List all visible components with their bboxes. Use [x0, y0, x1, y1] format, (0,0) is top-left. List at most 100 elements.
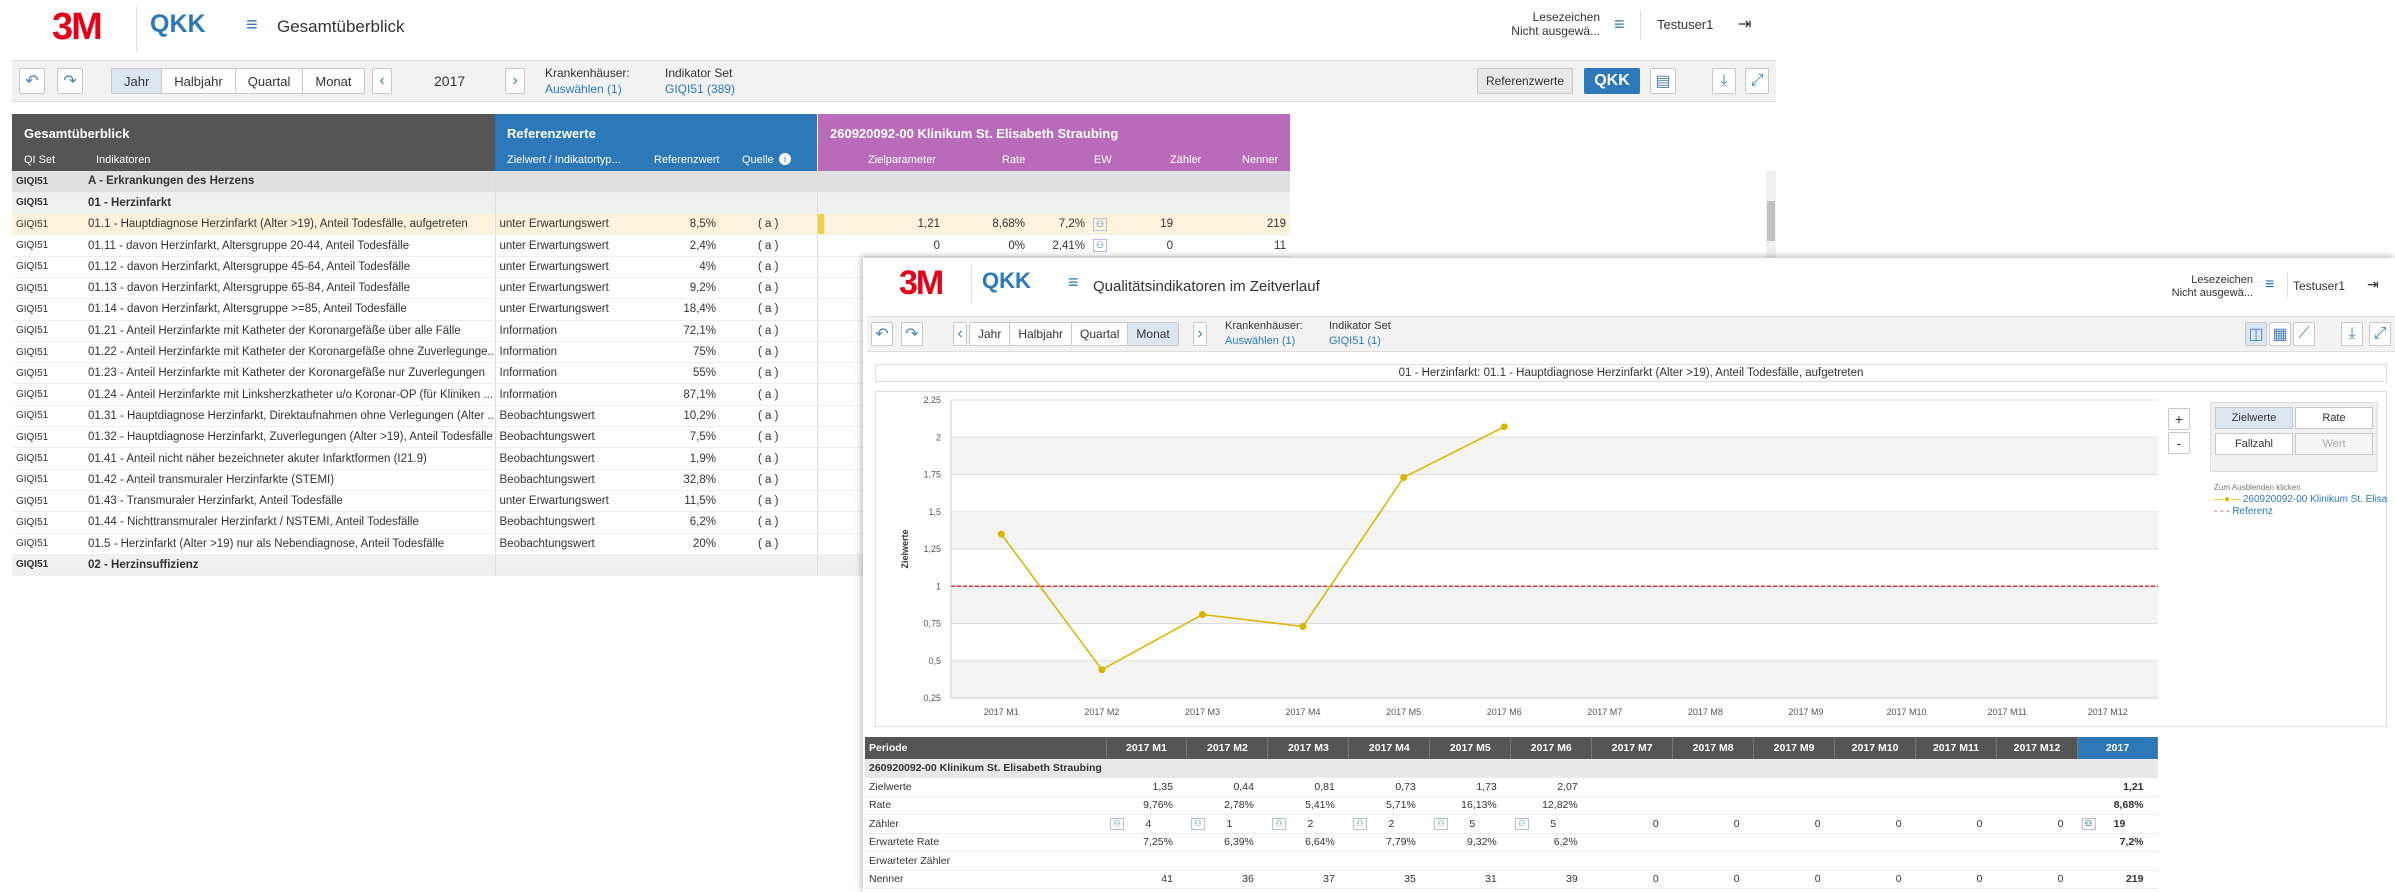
period-monat[interactable]: Monat [303, 69, 363, 93]
col-period[interactable]: 2017 M11 [1915, 737, 1997, 760]
col-period[interactable]: 2017 [2077, 737, 2158, 760]
legend-item-klinik[interactable]: —●— 260920092-00 Klinikum St. Elisabeth … [2214, 494, 2388, 506]
zoom-out-button[interactable]: - [2168, 432, 2190, 454]
col-period[interactable]: 2017 M3 [1267, 737, 1350, 760]
fullscreen-icon[interactable]: ⤢ [1745, 68, 1769, 94]
col-period[interactable]: 2017 M7 [1591, 737, 1674, 760]
table-row[interactable]: Nenner 41 36 37 35 31 39 0 0 0 0 0 0 219 [865, 870, 2158, 889]
table-cell: 0 [1834, 814, 1916, 834]
period-monat-2[interactable]: Monat [1128, 323, 1178, 345]
col-period[interactable]: 2017 M10 [1834, 737, 1917, 760]
period-jahr[interactable]: Jahr [112, 69, 163, 93]
qkk-view-icon[interactable]: QKK [1584, 68, 1640, 94]
period-halbjahr[interactable]: Halbjahr [162, 69, 236, 93]
period-halbjahr-2[interactable]: Halbjahr [1010, 323, 1073, 345]
bookmarks-menu-icon[interactable]: ≡ [1614, 14, 1625, 35]
menu-icon[interactable]: ≡ [246, 14, 258, 37]
undo-icon-2[interactable]: ↶ [871, 322, 893, 346]
col-periode[interactable]: Periode [865, 737, 1107, 760]
next-period-button[interactable]: › [505, 68, 525, 94]
col-ew[interactable]: EW [1094, 154, 1112, 166]
persons-icon[interactable]: ⚇ [1352, 817, 1367, 830]
col-period[interactable]: 2017 M12 [1996, 737, 2079, 760]
calculator-icon[interactable]: ▤ [1650, 68, 1676, 94]
zoom-in-button[interactable]: + [2168, 408, 2190, 430]
logout-icon-2[interactable]: ⇥ [2367, 276, 2379, 293]
col-period[interactable]: 2017 M4 [1348, 737, 1431, 760]
period-jahr-2[interactable]: Jahr [970, 323, 1011, 345]
col-qiset[interactable]: QI Set [24, 154, 55, 166]
user-name-2[interactable]: Testuser1 [2293, 279, 2345, 293]
redo-icon-2[interactable]: ↷ [901, 322, 923, 346]
table-row[interactable]: GIQI51 A - Erkrankungen des Herzens [12, 171, 1290, 193]
toolbar-2: ↶ ↷ ‹ Jahr Halbjahr Quartal Monat › Kran… [867, 316, 2395, 352]
table-cell [1915, 851, 1997, 871]
bookmarks-menu-icon-2[interactable]: ≡ [2265, 276, 2274, 294]
col-indikatoren[interactable]: Indikatoren [96, 154, 150, 166]
table-cell: ⚇ 19 [2077, 814, 2158, 834]
bookmarks-label[interactable]: Lesezeichen Nicht ausgewä... [1480, 10, 1600, 38]
grid-scrollbar[interactable] [1766, 171, 1776, 261]
prev-period-button-2[interactable]: ‹ [953, 322, 967, 346]
col-period[interactable]: 2017 M9 [1753, 737, 1836, 760]
persons-icon[interactable]: ⚇ [1514, 817, 1529, 830]
hospitals-select-link-2[interactable]: Auswählen (1) [1225, 334, 1303, 349]
col-period[interactable]: 2017 M8 [1672, 737, 1755, 760]
toggle-fallzahl[interactable]: Fallzahl [2215, 433, 2293, 455]
persons-icon[interactable]: ⚇ [1271, 817, 1286, 830]
redo-icon[interactable]: ↷ [57, 68, 83, 94]
table-view-icon[interactable]: ▦ [2269, 322, 2291, 346]
table-row[interactable]: Erwartete Rate 7,25% 6,39% 6,64% 7,79% 9,32% 6… [865, 833, 2158, 852]
chart-view-icon[interactable]: ◫ [2245, 322, 2267, 346]
indicator-set-link-2[interactable]: GIQI51 (1) [1329, 334, 1391, 349]
toggle-wert[interactable]: Wert [2295, 433, 2373, 455]
toggle-rate[interactable]: Rate [2295, 407, 2373, 429]
fullscreen-icon-2[interactable]: ⤢ [2369, 322, 2391, 346]
line-view-icon[interactable]: ⟋ [2293, 322, 2315, 346]
table-row[interactable]: Zielwerte 1,35 0,44 0,81 0,73 1,73 2,07 1,21 [865, 777, 2158, 797]
export-icon[interactable]: ⤓ [1712, 68, 1736, 94]
col-period[interactable]: 2017 M5 [1429, 737, 1512, 760]
table-row[interactable]: GIQI51 01.1 - Hauptdiagnose Herzinfarkt (… [12, 213, 1290, 236]
next-period-button-2[interactable]: › [1193, 322, 1207, 346]
logout-icon[interactable]: ⇥ [1738, 14, 1751, 34]
info-icon[interactable]: i [779, 153, 791, 165]
col-nenner[interactable]: Nenner [1242, 154, 1278, 166]
col-zielwert[interactable]: Zielwert / Indikatortyp... [507, 154, 621, 166]
col-period[interactable]: 2017 M6 [1510, 737, 1593, 760]
persons-icon[interactable]: ⚇ [2081, 817, 2096, 830]
col-quelle[interactable]: Quelle [742, 154, 774, 166]
hospitals-select-link[interactable]: Auswählen (1) [545, 81, 630, 97]
col-rate[interactable]: Rate [1002, 154, 1025, 166]
bookmarks-label-2[interactable]: Lesezeichen Nicht ausgewä... [2143, 274, 2253, 300]
persons-icon[interactable]: ⚇ [1190, 817, 1205, 830]
undo-icon[interactable]: ↶ [19, 68, 45, 94]
toggle-zielwerte[interactable]: Zielwerte [2215, 407, 2293, 429]
period-quartal[interactable]: Quartal [236, 69, 304, 93]
x-tick-label: 2017 M1 [984, 707, 1019, 717]
reference-values-button[interactable]: Referenzwerte [1477, 68, 1573, 94]
persons-icon[interactable]: ⚇ [1093, 217, 1107, 231]
table-row[interactable]: Rate 9,76% 2,78% 5,41% 5,71% 16,13% 12,82% 8,68… [865, 796, 2158, 815]
persons-icon[interactable]: ⚇ [1093, 239, 1107, 253]
table-row[interactable]: GIQI51 01 - Herzinfarkt [12, 192, 1290, 215]
table-row[interactable]: GIQI51 01.11 - davon Herzinfarkt, Altersg… [12, 234, 1290, 257]
user-name[interactable]: Testuser1 [1657, 17, 1713, 32]
col-period[interactable]: 2017 M1 [1106, 737, 1188, 760]
prev-period-button[interactable]: ‹ [372, 68, 392, 94]
persons-icon[interactable]: ⚇ [1433, 817, 1448, 830]
col-zaehler[interactable]: Zähler [1170, 154, 1201, 166]
menu-icon-2[interactable]: ≡ [1068, 272, 1079, 293]
col-referenzwert[interactable]: Referenzwert [654, 154, 719, 166]
table-cell [1510, 851, 1592, 871]
period-quartal-2[interactable]: Quartal [1072, 323, 1129, 345]
table-row[interactable]: Erwarteter Zähler [865, 851, 2158, 871]
export-icon-2[interactable]: ⤓ [2341, 322, 2363, 346]
indicator-set-link[interactable]: GIQI51 (389) [665, 81, 735, 97]
col-zielparameter[interactable]: Zielparameter [868, 154, 936, 166]
col-period[interactable]: 2017 M2 [1186, 737, 1269, 760]
cell-referenzwert: 11,5% [642, 490, 720, 513]
legend-item-referenz[interactable]: - - - Referenz [2214, 506, 2388, 518]
table-row[interactable]: Zähler ⚇ 4 ⚇ 1 ⚇ 2 ⚇ 2 ⚇ 5 ⚇ 5 0 0 0 0 0 0 ⚇ 19 [865, 814, 2158, 834]
persons-icon[interactable]: ⚇ [1110, 817, 1124, 830]
